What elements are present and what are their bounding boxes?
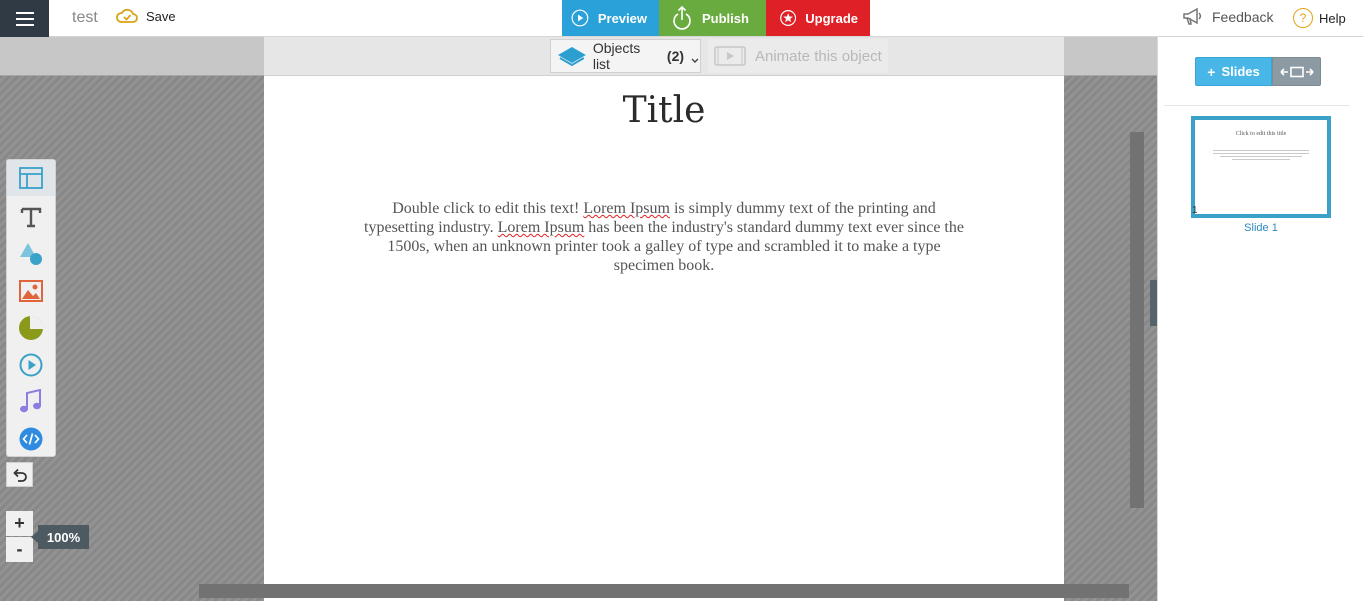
question-icon: ?	[1293, 8, 1313, 28]
layout-icon	[19, 167, 43, 189]
body-text-part: Double click to edit this text!	[392, 200, 584, 217]
resize-arrows-icon	[1279, 66, 1314, 77]
publish-label: Publish	[702, 10, 749, 26]
film-play-icon	[714, 46, 746, 66]
play-circle-icon	[571, 9, 589, 27]
animate-label: Animate this object	[755, 47, 882, 65]
slides-panel: + Slides Click to edit this title 1 Slid…	[1157, 37, 1363, 601]
star-circle-icon	[780, 10, 797, 26]
tool-image[interactable]	[7, 273, 55, 309]
chevron-down-icon	[691, 58, 699, 63]
save-button[interactable]: Save	[116, 8, 176, 24]
workspace: Objects list (2) Animate this object Tit…	[0, 37, 1174, 601]
feedback-label: Feedback	[1212, 9, 1274, 25]
tool-layout[interactable]	[7, 160, 55, 196]
shapes-icon	[20, 243, 42, 265]
text-icon	[20, 207, 42, 228]
preview-button[interactable]: Preview	[562, 0, 659, 36]
audio-icon	[20, 389, 41, 413]
embed-code-icon	[19, 427, 43, 451]
video-icon	[19, 353, 43, 377]
feedback-button[interactable]: Feedback	[1182, 8, 1273, 26]
chart-icon	[19, 316, 43, 340]
cloud-check-icon	[116, 8, 138, 23]
thumbnail-number: 1	[1192, 205, 1198, 216]
zoom-level-indicator: 100%	[31, 525, 89, 549]
hamburger-icon	[15, 11, 34, 26]
vertical-scrollbar[interactable]	[1130, 132, 1144, 508]
objects-list-label: Objects list	[592, 40, 641, 72]
preview-label: Preview	[597, 10, 647, 26]
top-bar: test Save Preview Publish Upgrade Feedba…	[0, 0, 1363, 37]
tool-video[interactable]	[7, 347, 55, 383]
menu-button[interactable]	[0, 0, 49, 37]
undo-icon	[12, 468, 27, 482]
thumbnail-title: Click to edit this title	[1235, 131, 1287, 137]
undo-button[interactable]	[6, 462, 33, 487]
insert-toolbar	[6, 159, 56, 457]
thumbnail-label[interactable]: Slide 1	[1191, 222, 1331, 234]
tool-audio[interactable]	[7, 384, 55, 420]
slide-canvas[interactable]: Title Double click to edit this text! Lo…	[264, 76, 1064, 601]
publish-button[interactable]: Publish	[659, 0, 766, 36]
tool-shapes[interactable]	[7, 236, 55, 272]
slide-body-text[interactable]: Double click to edit this text! Lorem Ip…	[364, 199, 964, 275]
horizontal-scrollbar[interactable]	[199, 584, 1129, 598]
zoom-out-button[interactable]: -	[6, 537, 33, 562]
slide-title[interactable]: Title	[264, 90, 1064, 131]
slide-layout-button[interactable]	[1272, 57, 1321, 86]
objects-count: (2)	[666, 48, 685, 64]
upgrade-label: Upgrade	[805, 10, 858, 26]
add-slides-button[interactable]: + Slides	[1195, 57, 1272, 86]
save-label: Save	[146, 8, 176, 24]
thumbnail-text-lines	[1213, 150, 1309, 162]
objects-list-dropdown[interactable]: Objects list (2)	[550, 39, 701, 73]
tool-chart[interactable]	[7, 310, 55, 346]
panel-divider	[1164, 105, 1350, 106]
animate-object-button[interactable]: Animate this object	[708, 39, 888, 73]
document-name[interactable]: test	[72, 9, 98, 27]
help-button[interactable]: ? Help	[1293, 8, 1346, 28]
canvas-toolbar: Objects list (2) Animate this object	[264, 37, 1064, 76]
main-actions: Preview Publish Upgrade	[562, 0, 870, 36]
slide-thumbnail[interactable]: Click to edit this title	[1191, 116, 1331, 218]
add-slides-label: Slides	[1221, 64, 1260, 79]
body-text-part: Lorem Ipsum	[583, 200, 670, 217]
help-label: Help	[1319, 10, 1346, 26]
zoom-in-button[interactable]: +	[6, 511, 33, 536]
image-icon	[19, 280, 43, 302]
layers-icon	[557, 47, 586, 67]
megaphone-icon	[1183, 8, 1202, 25]
publish-icon	[673, 5, 691, 30]
plus-icon: +	[1207, 63, 1216, 80]
tool-text[interactable]	[7, 199, 55, 235]
upgrade-button[interactable]: Upgrade	[766, 0, 870, 36]
body-text-part: Lorem Ipsum	[497, 219, 585, 236]
tool-embed[interactable]	[7, 421, 55, 457]
